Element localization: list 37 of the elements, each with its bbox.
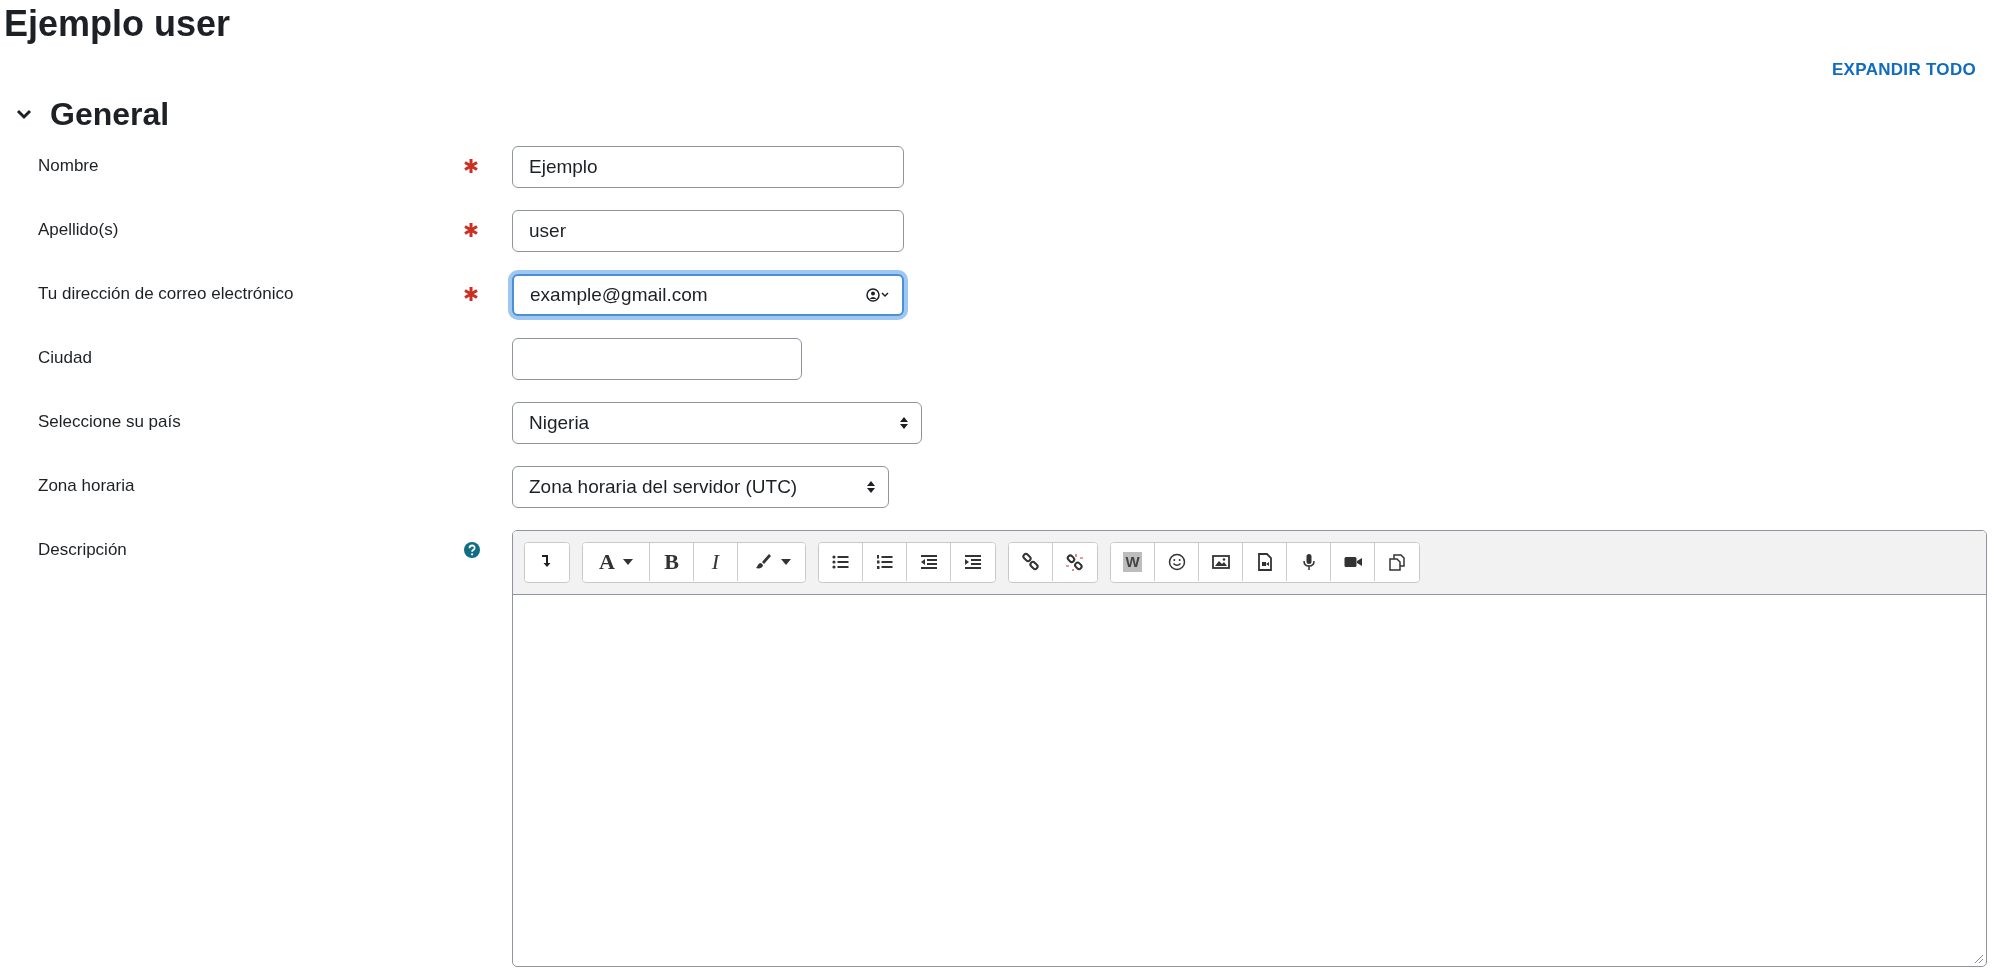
selected-value: Nigeria [529, 412, 590, 434]
field-label: Seleccione su país [38, 411, 182, 432]
indent-icon [963, 552, 983, 572]
section-heading: General [50, 95, 170, 133]
resize-handle-icon[interactable] [1974, 954, 1984, 964]
page-title: Ejemplo user [4, 2, 232, 46]
email-field[interactable]: example@gmail.com [512, 274, 904, 316]
expand-all-link[interactable]: EXPANDIR TODO [1832, 60, 1976, 80]
text-field[interactable] [512, 338, 802, 380]
dropdown-select[interactable]: Zona horaria del servidor (UTC) [512, 466, 889, 508]
field-label: Apellido(s) [38, 219, 120, 240]
field-label: Descripción [38, 539, 128, 560]
text-field[interactable]: user [512, 210, 904, 252]
smiley-icon [1166, 552, 1187, 572]
font-button[interactable]: A [583, 543, 650, 581]
field-label: Tu dirección de correo electrónico [38, 283, 295, 304]
copy-pages-icon [1387, 552, 1407, 572]
numbered-list-icon [874, 552, 895, 572]
contact-autofill-icon[interactable] [866, 288, 890, 302]
outdent-icon [918, 552, 939, 572]
image-icon [1210, 552, 1231, 572]
help-icon[interactable] [464, 542, 480, 558]
up-down-arrows-icon [866, 480, 876, 494]
link-button[interactable] [1009, 543, 1053, 581]
selected-value: Zona horaria del servidor (UTC) [529, 476, 798, 498]
rich-text-editor[interactable]: A B I W [512, 530, 1987, 967]
bullets-button[interactable] [819, 543, 863, 581]
broken-link-icon [1065, 552, 1085, 572]
field-label: Zona horaria [38, 475, 136, 496]
paste-from-word-button[interactable]: W [1111, 543, 1155, 581]
field-label: Nombre [38, 155, 100, 176]
link-icon [1020, 552, 1041, 572]
dropdown-select[interactable]: Nigeria [512, 402, 922, 444]
text-field[interactable]: Ejemplo [512, 146, 904, 188]
up-down-arrows-icon [899, 416, 909, 430]
chevron-down-icon[interactable] [16, 108, 32, 120]
field-label: Ciudad [38, 347, 93, 368]
